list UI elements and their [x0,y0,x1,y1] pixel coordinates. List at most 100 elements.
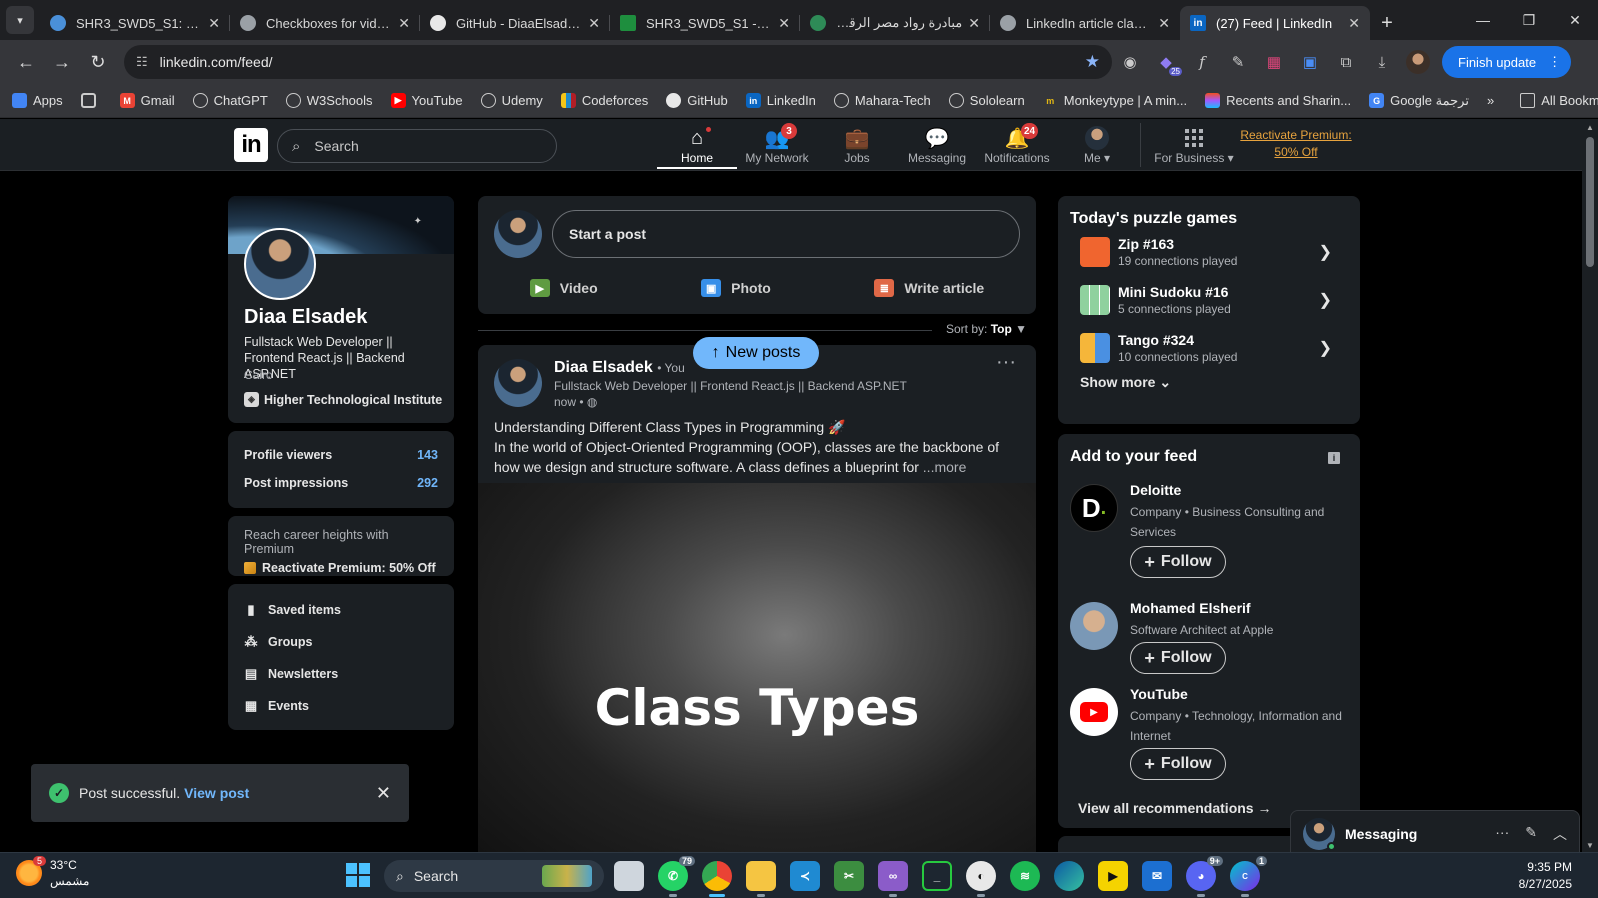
finish-update-button[interactable]: Finish update ⋮ [1442,46,1572,78]
minimize-icon[interactable]: — [1460,0,1506,40]
premium-promo-card[interactable]: Reach career heights with Premium Reacti… [228,516,454,576]
write-article-button[interactable]: ≣ Write article [874,279,984,297]
messaging-overlay[interactable]: Messaging ··· ✎ ︿ [1290,810,1580,858]
more-bookmarks-icon[interactable]: » [1487,93,1494,108]
info-icon[interactable]: i [1328,452,1340,464]
nav-home[interactable]: ⌂ Home [657,125,737,165]
mail-icon[interactable]: ✉ [1142,861,1172,891]
bookmark-item[interactable]: Mahara-Tech [833,93,931,108]
puzzle-tango[interactable]: Tango #324 10 connections played ❯ [1070,324,1348,372]
linkedin-logo[interactable]: in [234,128,268,162]
profile-education[interactable]: ◈ Higher Technological Institute [244,392,442,407]
pen-extension-icon[interactable]: ✎ [1220,44,1256,80]
bookmark-item[interactable]: m Monkeytype | A min... [1043,93,1187,108]
browser-tab[interactable]: LinkedIn article classes ✕ [990,6,1180,40]
restore-icon[interactable]: ❐ [1506,0,1552,40]
sort-dropdown[interactable]: Sort by: Top ▼ [946,322,1027,336]
snipping-tool-icon[interactable]: ✂ [834,861,864,891]
close-window-icon[interactable]: ✕ [1552,0,1598,40]
tab-close-icon[interactable]: ✕ [778,15,790,32]
canva-icon[interactable]: C1 [1230,856,1267,897]
nav-messaging[interactable]: 💬 Messaging [897,125,977,166]
system-clock[interactable]: 9:35 PM 8/27/2025 [1519,859,1572,893]
groups-link[interactable]: ⁂ Groups [244,626,438,658]
tab-close-icon[interactable]: ✕ [208,15,220,32]
tab-close-icon[interactable]: ✕ [588,15,600,32]
recommendation-name[interactable]: Deloitte [1130,482,1181,498]
taskbar-search[interactable]: ⌕ Search [384,860,604,892]
tab-search-button[interactable]: ▾ [6,6,34,34]
newsletters-link[interactable]: ▤ Newsletters [244,658,438,690]
bookmark-item[interactable]: M Gmail [119,93,175,108]
person-avatar[interactable] [1070,602,1118,650]
extension-icon[interactable]: ◆ 25 [1148,44,1184,80]
profile-viewers-row[interactable]: Profile viewers 143 [244,441,438,469]
site-info-icon[interactable]: ☷ [136,54,148,70]
browser-tab[interactable]: Checkboxes for videos ✕ [230,6,420,40]
bookmark-item[interactable]: in LinkedIn [745,93,816,108]
edit-cover-icon[interactable]: ✦ [414,216,422,227]
photo-button[interactable]: ▣ Photo [701,279,771,297]
browser-tab-active[interactable]: in (27) Feed | LinkedIn ✕ [1180,6,1370,40]
compose-message-icon[interactable]: ✎ [1525,824,1537,844]
new-tab-button[interactable]: + [1370,6,1404,40]
tab-close-icon[interactable]: ✕ [968,15,980,32]
composer-avatar[interactable] [494,210,542,258]
github-desktop-icon[interactable]: ◐ [966,861,996,897]
start-post-input[interactable]: Start a post [552,210,1020,258]
tab-close-icon[interactable]: ✕ [398,15,410,32]
post-image[interactable]: Class Types [478,483,1036,855]
file-explorer-icon[interactable] [746,861,776,897]
recommendation-name[interactable]: YouTube [1130,686,1188,702]
scroll-up-icon[interactable]: ▲ [1585,123,1595,132]
back-icon[interactable]: ← [8,44,44,80]
forward-icon[interactable]: → [44,44,80,80]
puzzle-zip[interactable]: Zip #163 19 connections played ❯ [1070,228,1348,276]
view-all-recommendations-link[interactable]: View all recommendations → [1078,800,1271,816]
puzzle-mini-sudoku[interactable]: Mini Sudoku #16 5 connections played ❯ [1070,276,1348,324]
nav-my-network[interactable]: 👥 3 My Network [737,123,817,165]
visual-studio-icon[interactable]: ∞ [878,861,908,897]
chrome-icon[interactable] [702,861,732,897]
terminal-icon[interactable]: _ [922,861,952,891]
window-extension-icon[interactable]: ▣ [1292,44,1328,80]
profile-avatar[interactable] [244,228,316,300]
tab-close-icon[interactable]: ✕ [1348,15,1360,32]
reload-icon[interactable]: ↻ [80,44,116,80]
post-author-avatar[interactable] [494,359,542,407]
youtube-logo[interactable]: ▶ [1070,688,1118,736]
tab-close-icon[interactable]: ✕ [1158,15,1170,32]
new-posts-button[interactable]: ↑ New posts [693,337,819,369]
page-scrollbar[interactable]: ▲ ▼ [1582,119,1598,852]
follow-button[interactable]: + Follow [1130,748,1226,780]
browser-tab[interactable]: SHR3_SWD5_S1 - Goo ✕ [610,6,800,40]
view-post-link[interactable]: View post [184,785,249,801]
browser-tab[interactable]: GitHub - DiaaElsadek/ ✕ [420,6,610,40]
events-link[interactable]: ▦ Events [244,690,438,722]
download-icon[interactable]: ⤓ [1364,44,1400,80]
deloitte-logo[interactable]: D. [1070,484,1118,532]
profile-name[interactable]: Diaa Elsadek [244,306,367,329]
see-more-link[interactable]: ...more [923,459,967,475]
bookmark-item[interactable]: G Google ترجمة [1369,93,1469,109]
nav-notifications[interactable]: 🔔 24 Notifications [977,123,1057,165]
linkedin-search-input[interactable]: ⌕ Search [277,129,557,163]
screenshot-extension-icon[interactable]: ◉ [1112,44,1148,80]
grid-extension-icon[interactable]: ▦ [1256,44,1292,80]
bookmark-item[interactable]: ▶ YouTube [390,93,463,108]
post-author[interactable]: Diaa Elsadek • You [554,359,685,377]
vscode-icon[interactable]: ≺ [790,861,820,891]
extensions-puzzle-icon[interactable]: ⧉ [1328,44,1364,80]
bookmark-item[interactable]: Sololearn [948,93,1025,108]
bookmark-item[interactable]: Apps [12,93,63,108]
browser-tab[interactable]: مبادرة رواد مصر الرقمية ✕ [800,6,990,40]
nav-me[interactable]: Me ▾ [1057,125,1137,165]
profile-avatar[interactable] [1406,50,1430,74]
font-extension-icon[interactable]: f [1184,44,1220,80]
player-app-icon[interactable]: ▶ [1098,861,1128,891]
task-view-icon[interactable] [614,861,644,891]
chevron-up-icon[interactable]: ︿ [1553,824,1567,844]
all-bookmarks-button[interactable]: All Bookmarks [1520,93,1598,108]
bookmark-star-icon[interactable]: ★ [1085,52,1100,72]
show-more-button[interactable]: Show more ⌄ [1080,374,1348,391]
